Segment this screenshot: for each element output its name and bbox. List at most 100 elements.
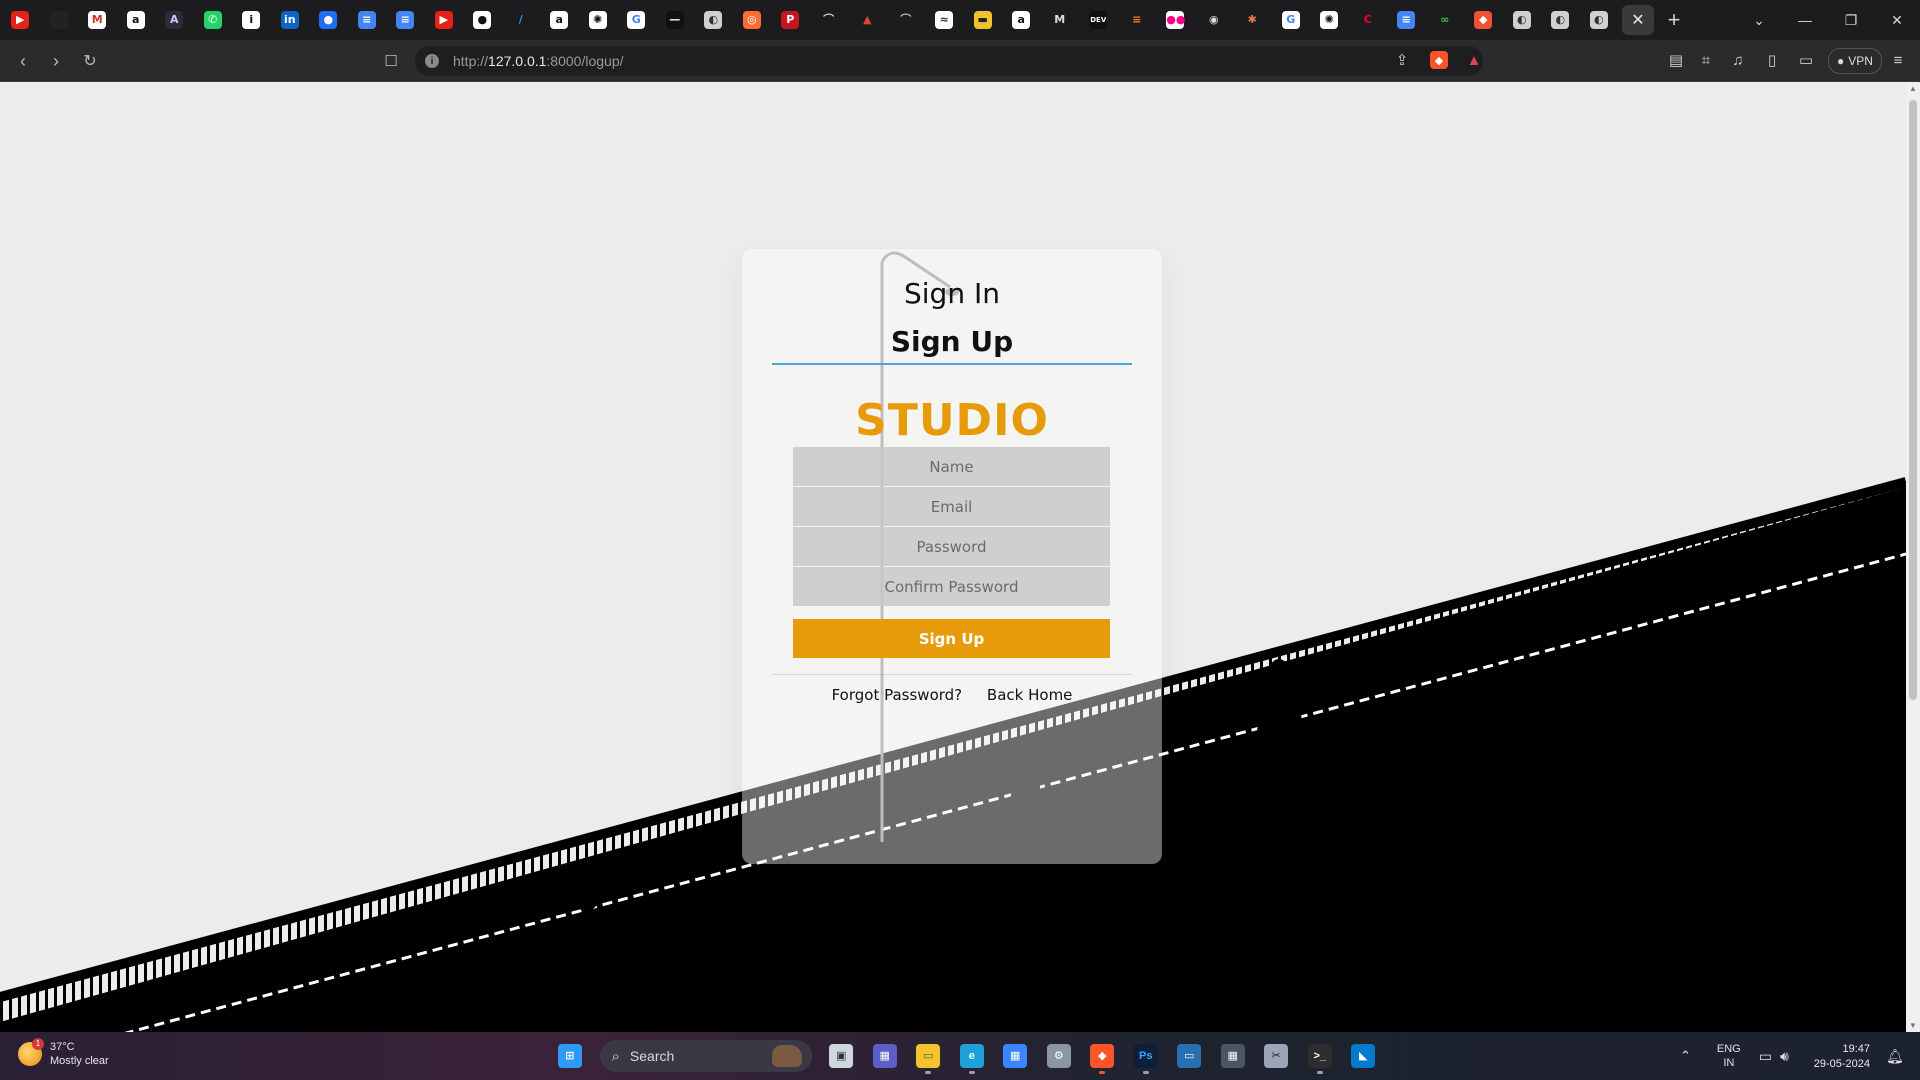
pinned-tab[interactable]: ≡ [348, 0, 387, 40]
pinned-tab[interactable]: — [656, 0, 695, 40]
pinned-tab[interactable]: ≡ [1118, 0, 1157, 40]
taskbar-app[interactable]: ▭ [1168, 1038, 1212, 1074]
share-icon[interactable]: ⇪ [1392, 50, 1412, 70]
tab-search-chevron-icon[interactable]: ⌄ [1736, 0, 1782, 40]
brave-shields-icon[interactable]: ◆ [1430, 51, 1448, 69]
pinned-tab[interactable]: G [617, 0, 656, 40]
pinned-tab[interactable]: ◎ [733, 0, 772, 40]
brave-rewards-icon[interactable]: ▲ [1464, 50, 1484, 70]
sign-in-tab[interactable]: Sign In [742, 277, 1162, 310]
pinned-tab[interactable]: C [1349, 0, 1388, 40]
pinned-tab[interactable]: P [771, 0, 810, 40]
restore-button[interactable]: ❐ [1828, 0, 1874, 40]
forward-icon[interactable]: › [43, 48, 69, 74]
pinned-tab[interactable]: ∞ [1426, 0, 1465, 40]
puzzle-extensions-icon[interactable]: ⌗ [1696, 50, 1716, 70]
pinned-tab[interactable]: ✱ [1233, 0, 1272, 40]
reload-icon[interactable]: ↻ [77, 48, 103, 74]
taskbar-app[interactable]: ✂ [1255, 1038, 1299, 1074]
scroll-down-icon[interactable]: ▼ [1906, 1021, 1920, 1030]
pinned-tab[interactable]: ◉ [1195, 0, 1234, 40]
pinned-tab[interactable]: ▶ [1, 0, 40, 40]
pinned-tab[interactable]: a [117, 0, 156, 40]
pinned-tab[interactable]: a [540, 0, 579, 40]
email-input[interactable] [793, 487, 1110, 526]
pinned-tab[interactable]: ◐ [1580, 0, 1619, 40]
taskbar-app[interactable]: ⚙ [1037, 1038, 1081, 1074]
taskbar-app[interactable]: ▭ [907, 1038, 951, 1074]
network-icon[interactable]: ▭ [1759, 1048, 1772, 1065]
wallet-icon[interactable]: ▭ [1796, 50, 1816, 70]
pinned-tab[interactable]: A [155, 0, 194, 40]
pinned-tab[interactable]: ≈ [925, 0, 964, 40]
menu-icon[interactable]: ≡ [1888, 50, 1908, 70]
confirm-password-input[interactable] [793, 567, 1110, 606]
site-info-icon[interactable]: i [425, 54, 439, 68]
taskbar-app[interactable]: Ps [1124, 1038, 1168, 1074]
close-tab-icon[interactable]: ✕ [1631, 10, 1644, 30]
taskbar-app[interactable]: ▦ [994, 1038, 1038, 1074]
forgot-password-link[interactable]: Forgot Password? [832, 686, 963, 704]
pinned-tab[interactable]: a [1002, 0, 1041, 40]
media-icon[interactable]: ♫ [1728, 50, 1748, 70]
vpn-button[interactable]: ● VPN [1828, 48, 1882, 74]
language-indicator[interactable]: ENG IN [1717, 1042, 1741, 1070]
pinned-tab[interactable]: DEV [1079, 0, 1118, 40]
pinned-tab[interactable]: ≡ [386, 0, 425, 40]
pinned-tab[interactable]: ● [309, 0, 348, 40]
pinned-tab[interactable]: ✺ [1310, 0, 1349, 40]
address-url[interactable]: http://127.0.0.1:8000/logup/ [453, 53, 624, 69]
password-input[interactable] [793, 527, 1110, 566]
minimize-button[interactable]: — [1782, 0, 1828, 40]
pinned-tab[interactable]: ✺ [579, 0, 618, 40]
scrollbar-thumb[interactable] [1909, 100, 1917, 700]
pinned-tab[interactable]: ✆ [194, 0, 233, 40]
taskbar-app[interactable]: ⊞ [548, 1038, 592, 1074]
pinned-tab[interactable]: ⌒ [887, 0, 926, 40]
clock[interactable]: 19:47 29-05-2024 [1800, 1042, 1870, 1072]
pinned-tab[interactable]: ◐ [1503, 0, 1542, 40]
pinned-tab[interactable]: / [502, 0, 541, 40]
taskbar-app[interactable]: ▦ [863, 1038, 907, 1074]
pinned-tab[interactable]: ● [463, 0, 502, 40]
pinned-tab[interactable]: M [1041, 0, 1080, 40]
name-input[interactable] [793, 447, 1110, 486]
close-window-button[interactable]: ✕ [1874, 0, 1920, 40]
pinned-tab[interactable]: ▶ [425, 0, 464, 40]
extensions-badge-icon[interactable]: ▤ [1666, 50, 1686, 70]
volume-icon[interactable]: 🔊︎ [1780, 1048, 1789, 1065]
pinned-tab[interactable]: M [78, 0, 117, 40]
sign-up-button[interactable]: Sign Up [793, 619, 1110, 658]
new-tab-button[interactable]: + [1654, 0, 1694, 40]
pinned-tab[interactable]: ▲ [848, 0, 887, 40]
pinned-tab[interactable]: ⌒ [810, 0, 849, 40]
pinned-tab[interactable]: ●● [1156, 0, 1195, 40]
address-bar[interactable]: i http://127.0.0.1:8000/logup/ [415, 46, 1483, 76]
pinned-tab[interactable]: i [232, 0, 271, 40]
pinned-tab[interactable]: ◆ [1464, 0, 1503, 40]
taskbar-app[interactable]: >_ [1298, 1038, 1342, 1074]
taskbar-app[interactable]: e [950, 1038, 994, 1074]
pinned-tab[interactable]: ≡ [1387, 0, 1426, 40]
scroll-up-icon[interactable]: ▲ [1906, 84, 1920, 93]
active-tab[interactable]: ✕ [1622, 5, 1654, 35]
sign-up-tab[interactable]: Sign Up [742, 325, 1162, 358]
pinned-tab[interactable]: ▬ [964, 0, 1003, 40]
notification-bell-icon[interactable]: 🔔︎ [1886, 1032, 1904, 1080]
back-home-link[interactable]: Back Home [987, 686, 1072, 704]
pinned-tab[interactable]: G [1272, 0, 1311, 40]
pinned-tab[interactable]: ◐ [694, 0, 733, 40]
pinned-tab[interactable] [40, 0, 79, 40]
back-icon[interactable]: ‹ [10, 48, 36, 74]
pinned-tab[interactable]: in [271, 0, 310, 40]
weather-widget[interactable]: 1 37°C Mostly clear [18, 1038, 109, 1068]
taskbar-app[interactable]: ▣ [820, 1038, 864, 1074]
taskbar-app[interactable]: ▦ [1211, 1038, 1255, 1074]
taskbar-search[interactable]: ⌕ Search [599, 1040, 812, 1072]
taskbar-app[interactable]: ◆ [1081, 1038, 1125, 1074]
pinned-tab[interactable]: ◐ [1541, 0, 1580, 40]
tray-overflow-chevron-icon[interactable]: ⌃ [1680, 1048, 1691, 1064]
bookmark-icon[interactable]: ☐ [378, 48, 404, 74]
page-scrollbar[interactable]: ▲ ▼ [1906, 82, 1920, 1032]
sidebar-icon[interactable]: ▯ [1762, 50, 1782, 70]
